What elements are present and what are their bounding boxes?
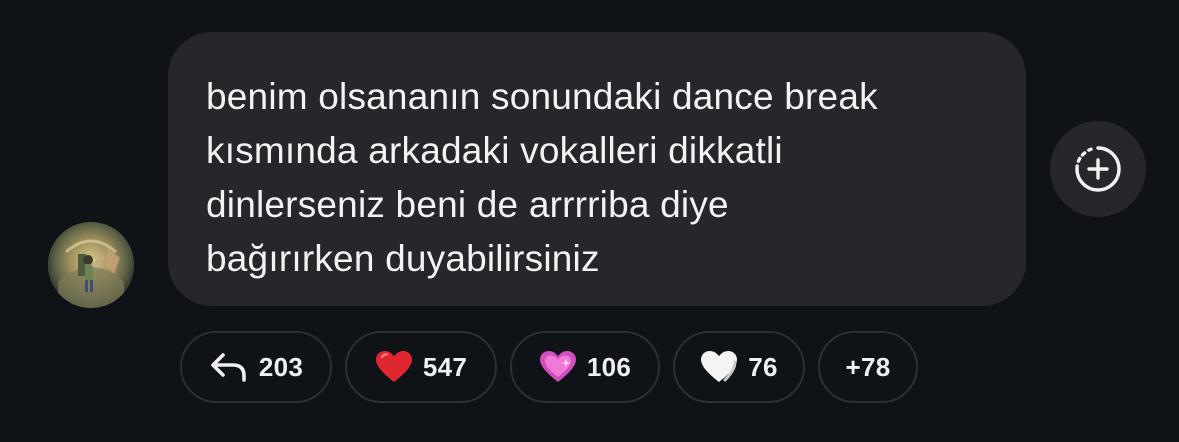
add-reaction-icon — [1075, 146, 1121, 192]
message-line: bağırırken duyabilirsiniz — [206, 238, 600, 279]
white-heart-reaction[interactable]: 76 — [673, 331, 805, 403]
red-heart-icon — [375, 350, 413, 384]
more-reactions-count: +78 — [845, 351, 891, 382]
red-heart-reaction[interactable]: 547 — [345, 331, 497, 403]
message-line: benim olsananın sonundaki dance break — [206, 76, 878, 117]
reply-count-button[interactable]: 203 — [180, 331, 332, 403]
message-line: dinlerseniz beni de arrrriba diye — [206, 184, 729, 225]
white-heart-count: 76 — [748, 351, 778, 382]
pink-heart-count: 106 — [586, 351, 632, 382]
add-reaction-button[interactable] — [1050, 121, 1146, 217]
avatar-image — [48, 222, 134, 308]
message-bubble[interactable]: benim olsananın sonundaki dance break kı… — [168, 32, 1026, 306]
message-text: benim olsananın sonundaki dance break kı… — [206, 70, 986, 286]
message-line: kısmında arkadaki vokalleri dikkatli — [206, 130, 783, 171]
reply-count: 203 — [258, 351, 304, 382]
white-heart-icon — [700, 350, 738, 384]
reply-arrow-icon — [209, 351, 249, 383]
pink-heart-reaction[interactable]: 106 — [510, 331, 660, 403]
more-reactions-button[interactable]: +78 — [818, 331, 918, 403]
message-thread: benim olsananın sonundaki dance break kı… — [0, 0, 1179, 442]
sparkling-pink-heart-icon — [539, 350, 577, 384]
avatar[interactable] — [48, 222, 134, 308]
red-heart-count: 547 — [422, 351, 468, 382]
